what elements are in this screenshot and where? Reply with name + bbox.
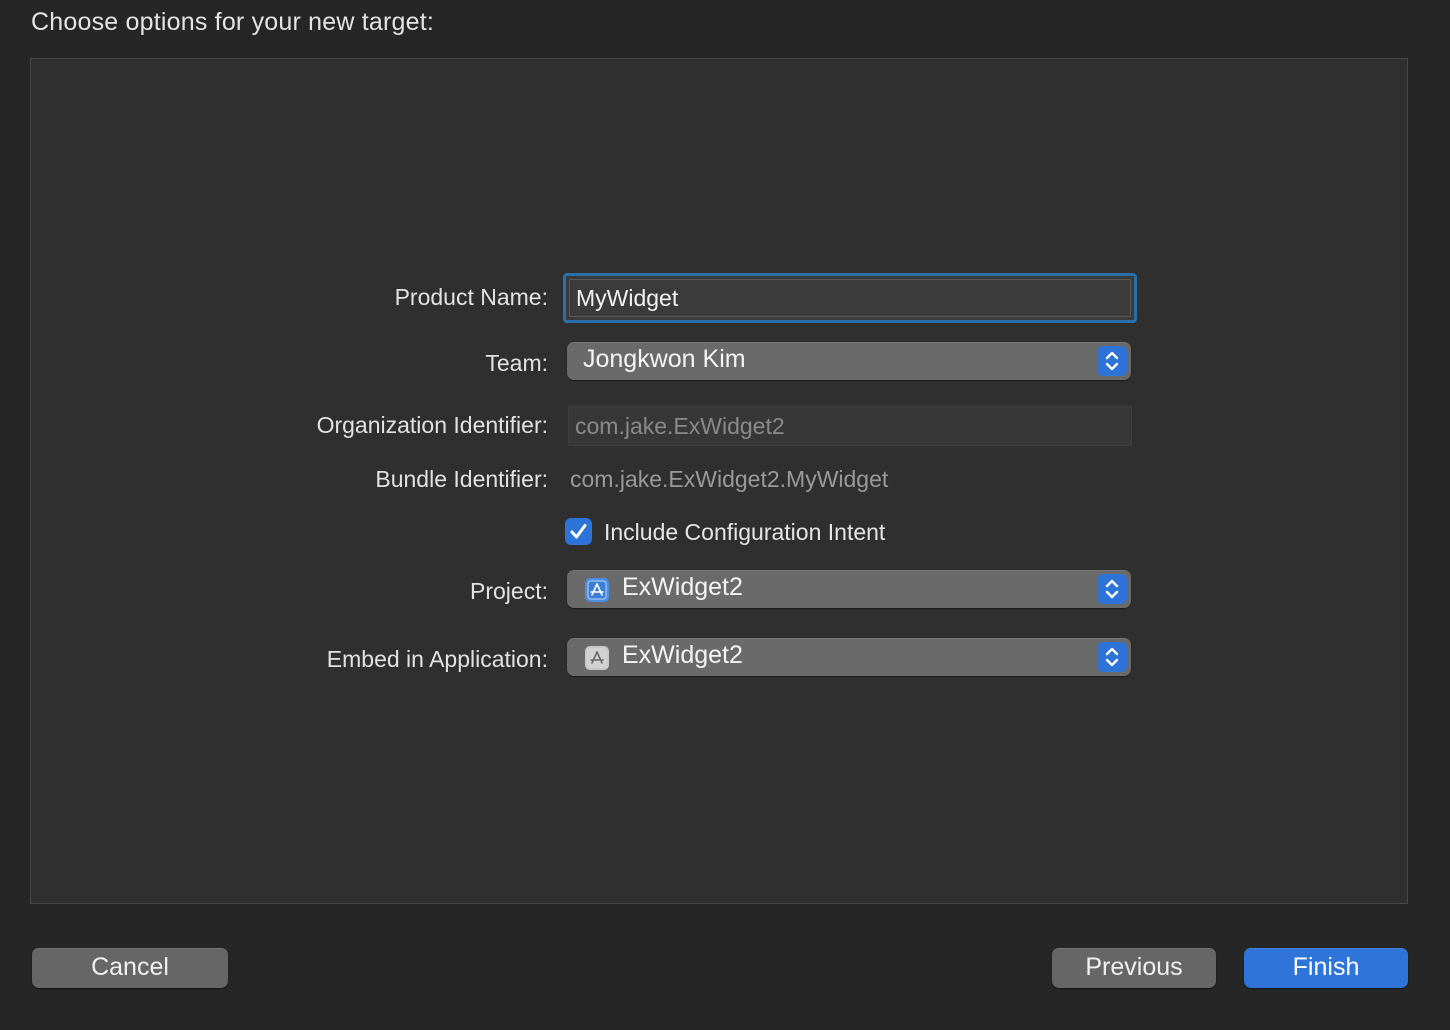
cancel-button[interactable]: Cancel [32, 948, 228, 988]
include-configuration-intent-checkbox[interactable] [565, 518, 592, 545]
embed-in-application-popup-button[interactable]: ExWidget2 [567, 638, 1131, 676]
bundle-identifier-label: Bundle Identifier: [375, 466, 548, 492]
app-target-icon [585, 646, 609, 670]
chevron-up-down-icon [1097, 346, 1127, 376]
embed-in-application-popup-value: ExWidget2 [622, 641, 743, 669]
organization-identifier-field[interactable]: com.jake.ExWidget2 [568, 406, 1132, 446]
finish-button[interactable]: Finish [1244, 948, 1408, 988]
project-label: Project: [470, 578, 548, 604]
team-popup-button[interactable]: Jongkwon Kim [567, 342, 1131, 380]
checkmark-icon [570, 524, 587, 539]
include-configuration-intent-label[interactable]: Include Configuration Intent [604, 519, 885, 546]
product-name-input[interactable] [569, 279, 1131, 317]
project-popup-value: ExWidget2 [622, 573, 743, 601]
bundle-identifier-value: com.jake.ExWidget2.MyWidget [570, 466, 889, 492]
new-target-options-sheet: Choose options for your new target: Prod… [0, 0, 1450, 1030]
team-popup-value: Jongkwon Kim [583, 345, 746, 373]
team-label: Team: [485, 350, 548, 376]
previous-button[interactable]: Previous [1052, 948, 1216, 988]
sheet-heading: Choose options for your new target: [31, 8, 435, 36]
xcode-project-icon [585, 578, 609, 602]
product-name-field-container [563, 273, 1137, 323]
product-name-label: Product Name: [394, 284, 548, 310]
organization-identifier-label: Organization Identifier: [316, 412, 548, 438]
embed-in-application-label: Embed in Application: [326, 646, 548, 672]
project-popup-button[interactable]: ExWidget2 [567, 570, 1131, 608]
chevron-up-down-icon [1097, 642, 1127, 672]
chevron-up-down-icon [1097, 574, 1127, 604]
